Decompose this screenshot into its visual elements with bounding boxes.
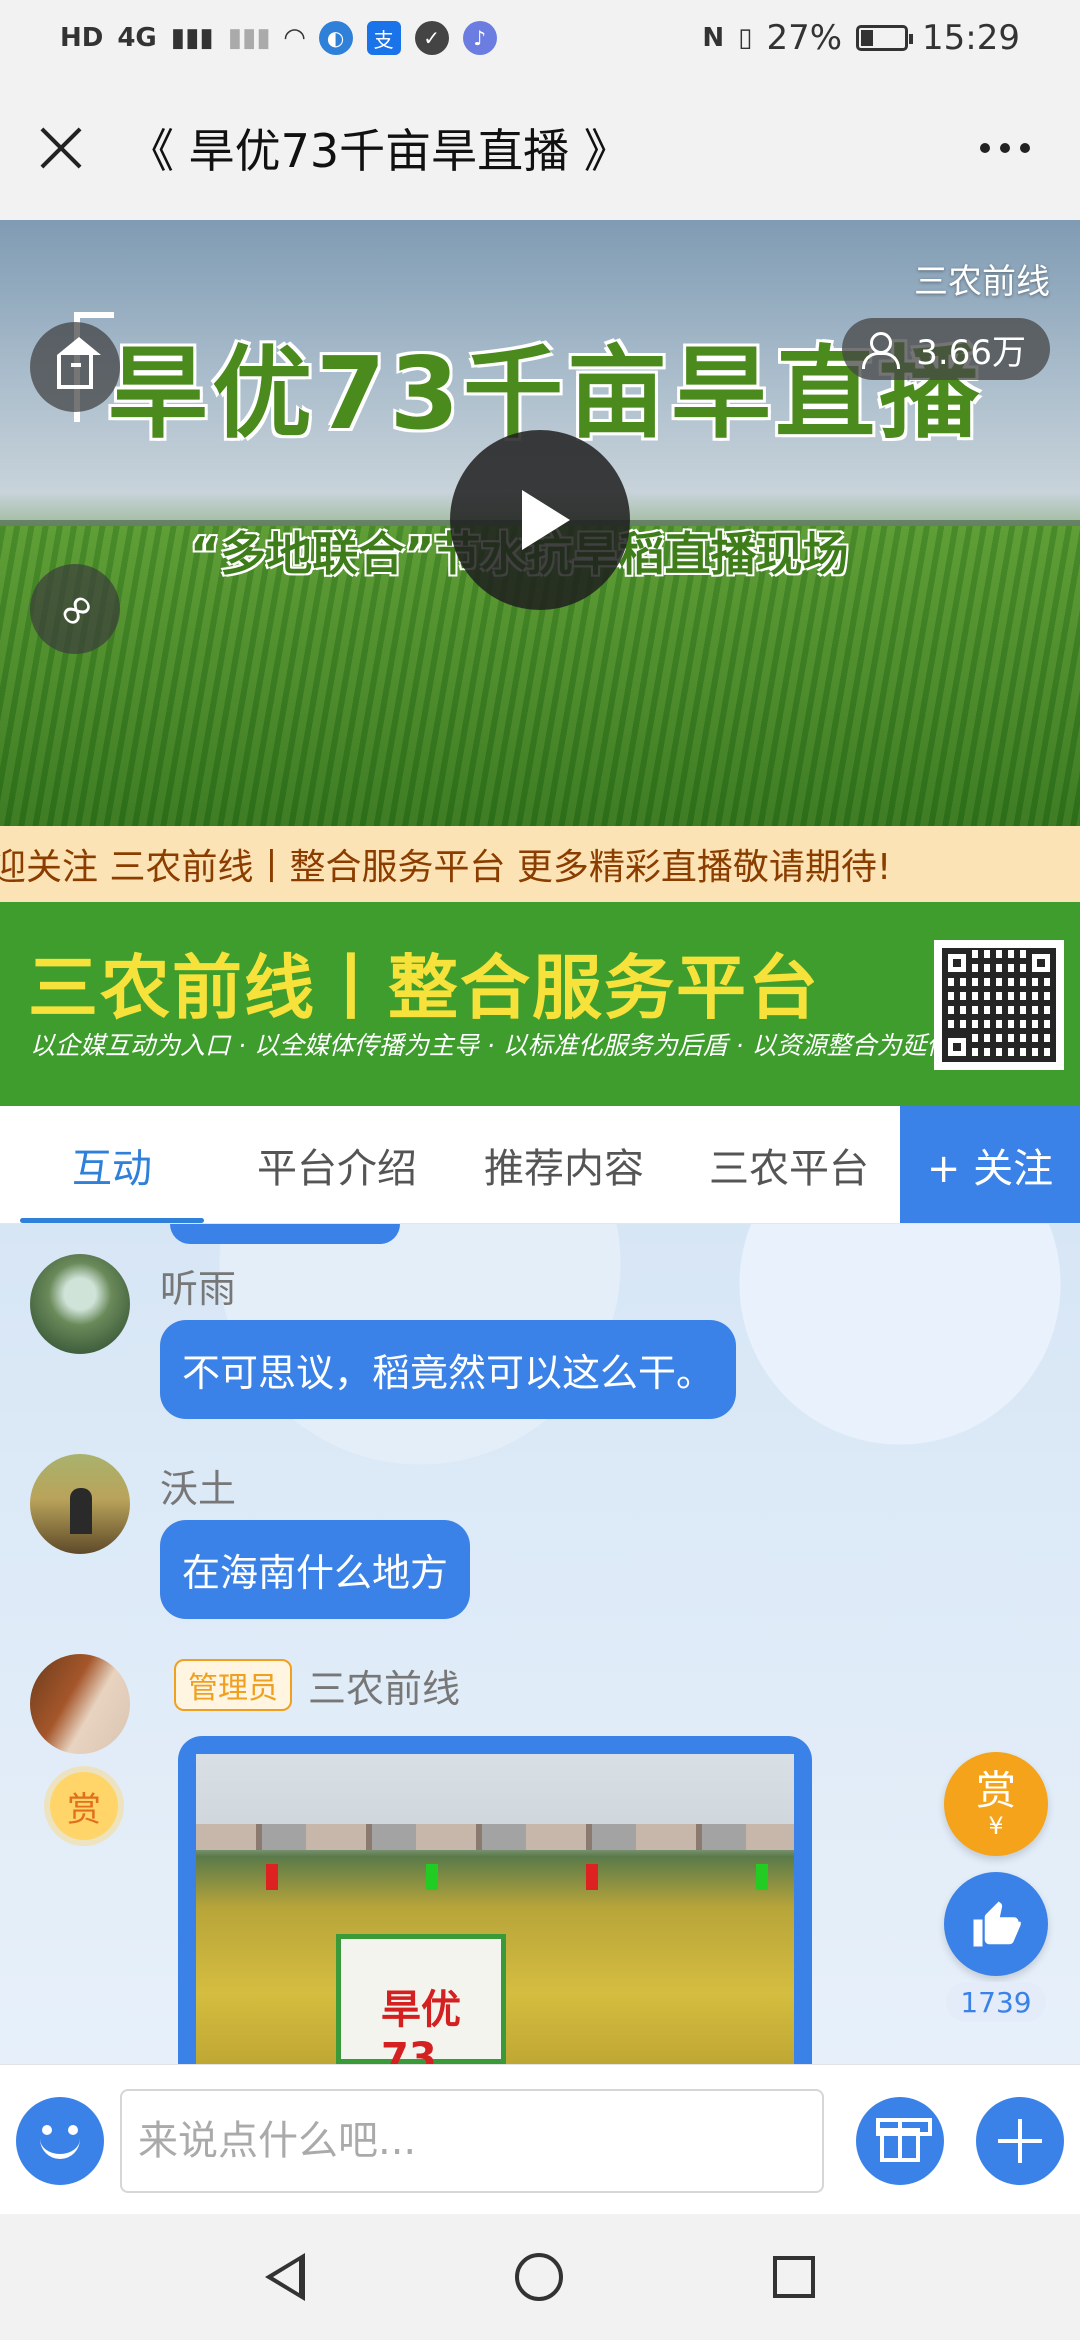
home-icon xyxy=(57,337,101,389)
back-icon[interactable] xyxy=(265,2253,305,2301)
home-circle-icon[interactable] xyxy=(515,2253,563,2301)
promo-subtitle: 以企媒互动为入口 · 以全媒体传播为主导 · 以标准化服务为后盾 · 以资源整合… xyxy=(30,1031,952,1060)
live-video-player[interactable]: 旱优73千亩旱直播 “多地联合”节水抗旱稻直播现场 三农前线 ∞ 3.66万 xyxy=(0,220,1080,826)
more-options-icon[interactable] xyxy=(980,143,1030,153)
plus-icon[interactable] xyxy=(976,2097,1064,2185)
yen-icon: ¥ xyxy=(988,1811,1004,1840)
gift-icon xyxy=(876,2118,932,2162)
thumbs-up-icon xyxy=(973,1901,1021,1947)
announcement-marquee: 迎关注 三农前线丨整合服务平台 更多精彩直播敬请期待! xyxy=(0,826,1080,902)
signal-secondary-icon: ▮▮▮ xyxy=(227,23,271,53)
promo-banner[interactable]: 三农前线丨整合服务平台 以企媒互动为入口 · 以全媒体传播为主导 · 以标准化服… xyxy=(0,902,1080,1106)
shield-icon: ✓ xyxy=(414,21,449,55)
clock: 15:29 xyxy=(922,18,1020,58)
avatar[interactable] xyxy=(30,1454,130,1554)
video-brand-watermark: 三农前线 xyxy=(914,262,1050,302)
status-bar: HD 4G ▮▮▮ ▮▮▮ ◠ ◐ 支 ✓ ♪ N ▯ 27% 15:29 xyxy=(0,0,1080,76)
link-icon: ∞ xyxy=(42,576,108,642)
emoji-icon[interactable] xyxy=(16,2097,104,2185)
reward-label: 赏 xyxy=(976,1767,1016,1814)
message-username: 听雨 xyxy=(160,1266,237,1311)
viewer-count-badge: 3.66万 xyxy=(842,318,1050,380)
tab-sannong-platform[interactable]: 三农平台 xyxy=(678,1106,900,1223)
close-icon[interactable] xyxy=(30,117,92,179)
follow-button[interactable]: + 关注 xyxy=(900,1106,1080,1223)
message-photo[interactable]: 旱优73 xyxy=(178,1736,812,2064)
comment-input[interactable] xyxy=(120,2089,824,2193)
marquee-text: 迎关注 三农前线丨整合服务平台 更多精彩直播敬请期待! xyxy=(0,847,892,888)
tab-interaction[interactable]: 互动 xyxy=(0,1106,224,1223)
battery-icon xyxy=(856,25,914,51)
recent-apps-icon[interactable] xyxy=(773,2256,815,2298)
message-text: 在海南什么地方 xyxy=(160,1520,471,1619)
qr-code xyxy=(934,940,1064,1070)
previous-message-bubble xyxy=(170,1224,400,1244)
field-sign: 旱优73 xyxy=(336,1934,506,2064)
chat-message: 沃土 在海南什么地方 xyxy=(30,1454,471,1619)
people-icon xyxy=(862,332,902,369)
gift-button[interactable] xyxy=(856,2097,944,2185)
share-link-button[interactable]: ∞ xyxy=(30,564,120,654)
music-icon: ♪ xyxy=(462,21,497,55)
wifi-icon: ◠ xyxy=(284,23,305,53)
admin-badge: 管理员 xyxy=(174,1659,292,1711)
hd-icon: HD xyxy=(60,23,104,53)
vibrate-icon: ▯ xyxy=(738,23,753,53)
field-sign-text: 旱优73 xyxy=(381,1987,461,2064)
play-button[interactable] xyxy=(450,430,630,610)
tab-platform-intro[interactable]: 平台介绍 xyxy=(224,1106,450,1223)
status-icons-right: N ▯ 27% 15:29 xyxy=(702,18,1020,58)
title-bar: 《 旱优73千亩旱直播 》 xyxy=(0,76,1080,220)
promo-title: 三农前线丨整合服务平台 xyxy=(28,947,820,1029)
signal-icon: ▮▮▮ xyxy=(170,23,214,53)
chat-message: 听雨 不可思议，稻竟然可以这么干。 xyxy=(30,1254,737,1419)
battery-percent: 27% xyxy=(766,18,843,58)
avatar[interactable] xyxy=(30,1254,130,1354)
reward-user-button[interactable]: 赏 xyxy=(50,1772,118,1840)
status-icons-left: HD 4G ▮▮▮ ▮▮▮ ◠ ◐ 支 ✓ ♪ xyxy=(60,21,497,55)
play-icon xyxy=(522,490,570,550)
home-button[interactable] xyxy=(30,322,120,412)
qq-browser-icon: ◐ xyxy=(318,21,353,55)
page-title: 《 旱优73千亩旱直播 》 xyxy=(128,124,630,178)
reward-button[interactable]: 赏 ¥ xyxy=(944,1752,1048,1856)
alipay-icon: 支 xyxy=(366,21,401,55)
message-input-bar xyxy=(0,2064,1080,2214)
tab-recommended[interactable]: 推荐内容 xyxy=(450,1106,678,1223)
like-button[interactable] xyxy=(944,1872,1048,1976)
tab-bar: 互动 平台介绍 推荐内容 三农平台 + 关注 xyxy=(0,1106,1080,1224)
avatar[interactable] xyxy=(30,1654,130,1754)
network-4g-icon: 4G xyxy=(117,23,157,53)
viewer-count: 3.66万 xyxy=(916,332,1026,373)
nfc-icon: N xyxy=(702,23,725,53)
message-username: 三农前线 xyxy=(308,1666,461,1711)
message-username: 沃土 xyxy=(160,1466,237,1511)
like-count: 1739 xyxy=(946,1982,1046,2022)
chat-feed[interactable]: 听雨 不可思议，稻竟然可以这么干。 沃土 在海南什么地方 管理员 三农前线 赏 xyxy=(0,1224,1080,2064)
system-navigation-bar xyxy=(0,2214,1080,2340)
message-text: 不可思议，稻竟然可以这么干。 xyxy=(160,1320,737,1419)
